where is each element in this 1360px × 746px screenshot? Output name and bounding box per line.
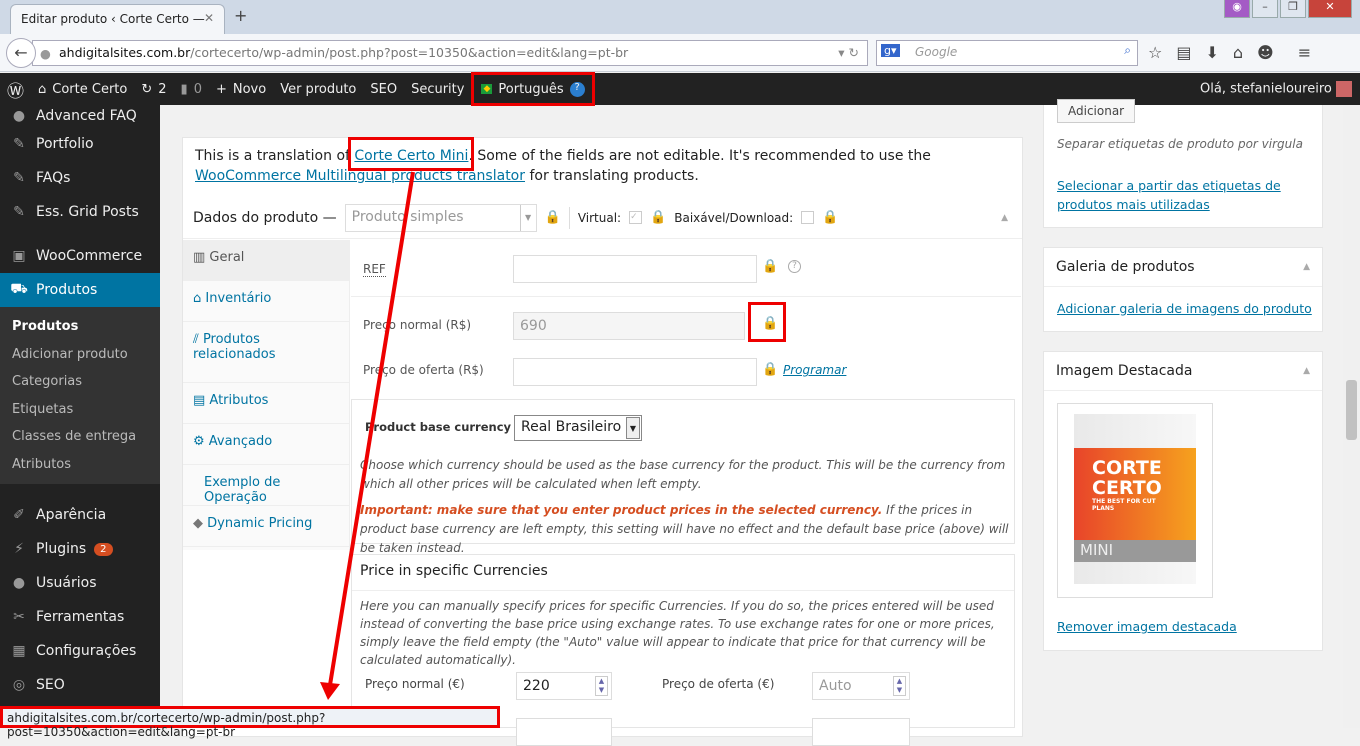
popular-tags-link[interactable]: Selecionar a partir das etiquetas de pro…	[1057, 176, 1307, 214]
remove-image-link[interactable]: Remover imagem destacada	[1057, 619, 1237, 634]
featured-image-box: Imagem Destacada ▲ CORTE CERTO THE BEST FOR…	[1043, 351, 1323, 651]
product-box-image: CORTE CERTO THE BEST FOR CUT PLANS MINI	[1074, 414, 1196, 584]
featured-image-title: Imagem Destacada	[1044, 352, 1322, 391]
collapse-icon[interactable]: ▲	[1303, 262, 1310, 272]
gallery-title: Galeria de produtos	[1044, 248, 1322, 287]
status-bar-url: ahdigitalsites.com.br/cortecerto/wp-admi…	[0, 706, 500, 739]
gallery-box: Galeria de produtos ▲ Adicionar galeria d…	[1043, 247, 1323, 332]
logo-text: CERTO	[1092, 477, 1162, 499]
product-logo: CORTE CERTO THE BEST FOR CUT PLANS	[1074, 448, 1196, 540]
tags-hint: Separar etiquetas de produto por virgula	[1057, 137, 1303, 151]
logo-text: CORTE	[1092, 457, 1162, 479]
featured-image[interactable]: CORTE CERTO THE BEST FOR CUT PLANS MINI	[1057, 403, 1213, 598]
add-gallery-link[interactable]: Adicionar galeria de imagens do produto	[1057, 301, 1312, 316]
collapse-icon[interactable]: ▲	[1303, 366, 1310, 376]
product-tags-box: Adicionar Separar etiquetas de produto p…	[1043, 99, 1323, 228]
add-tag-button[interactable]: Adicionar	[1057, 99, 1136, 123]
logo-mini: MINI	[1074, 540, 1196, 562]
scrollbar-thumb[interactable]	[1346, 380, 1357, 440]
logo-tagline: THE BEST FOR CUT PLANS	[1092, 498, 1156, 512]
